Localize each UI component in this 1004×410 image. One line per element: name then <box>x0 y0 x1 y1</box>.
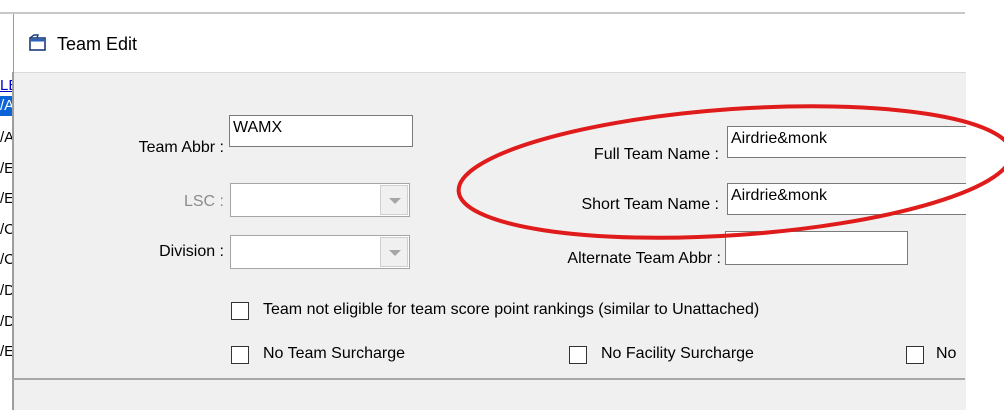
team-abbr-field[interactable] <box>229 115 413 147</box>
no-truncated-checkbox[interactable] <box>906 346 924 364</box>
not-eligible-checkbox[interactable] <box>231 302 249 320</box>
lsc-dropdown-button[interactable] <box>380 185 408 215</box>
no-facility-surcharge-checkbox[interactable] <box>569 346 587 364</box>
full-team-name-input[interactable] <box>728 127 966 157</box>
no-facility-surcharge-label[interactable]: No Facility Surcharge <box>601 344 754 364</box>
short-team-name-field[interactable] <box>727 183 966 215</box>
alternate-team-abbr-label: Alternate Team Abbr : <box>567 250 721 267</box>
division-dropdown-button[interactable] <box>380 237 408 267</box>
background-list-item[interactable]: /D <box>0 281 12 301</box>
division-combobox[interactable] <box>230 235 410 269</box>
division-label: Division : <box>159 243 224 260</box>
background-list-item[interactable]: /E <box>0 342 12 362</box>
background-list-item[interactable]: /C <box>0 220 12 240</box>
no-truncated-label[interactable]: No <box>936 344 956 364</box>
short-team-name-label: Short Team Name : <box>581 196 719 213</box>
alternate-team-abbr-field[interactable] <box>725 231 908 265</box>
team-edit-dialog: Team Edit Team Abbr : LSC : Division : F… <box>13 14 966 410</box>
full-team-name-label: Full Team Name : <box>593 146 719 163</box>
chevron-down-icon <box>389 250 401 256</box>
lsc-label: LSC : <box>183 193 224 210</box>
background-list-item[interactable]: /C <box>0 250 12 270</box>
background-list-item[interactable]: /D <box>0 312 12 332</box>
background-list-item[interactable]: /E <box>0 159 12 179</box>
window-icon <box>28 34 48 52</box>
chevron-down-icon <box>389 198 401 204</box>
dialog-title: Team Edit <box>57 34 138 54</box>
alternate-team-abbr-input[interactable] <box>726 232 907 264</box>
team-abbr-label: Team Abbr : <box>138 139 224 156</box>
not-eligible-label[interactable]: Team not eligible for team score point r… <box>263 300 759 320</box>
bottom-separator <box>13 378 965 380</box>
lsc-combobox[interactable] <box>230 183 410 217</box>
background-list-item[interactable]: /E <box>0 189 12 209</box>
background-list-item[interactable]: LB <box>0 76 12 96</box>
full-team-name-field[interactable] <box>727 126 966 158</box>
no-team-surcharge-checkbox[interactable] <box>231 346 249 364</box>
no-team-surcharge-label[interactable]: No Team Surcharge <box>263 344 405 364</box>
background-list-item[interactable]: /A <box>0 128 12 148</box>
short-team-name-input[interactable] <box>728 184 966 214</box>
background-list-item[interactable]: /A <box>0 96 12 116</box>
background-team-list[interactable]: LB /A /A /E /E /C /C /D /D /E <box>0 72 13 410</box>
top-strip <box>0 0 1004 14</box>
team-abbr-input[interactable] <box>230 116 412 146</box>
dialog-title-bar[interactable]: Team Edit <box>14 14 966 73</box>
